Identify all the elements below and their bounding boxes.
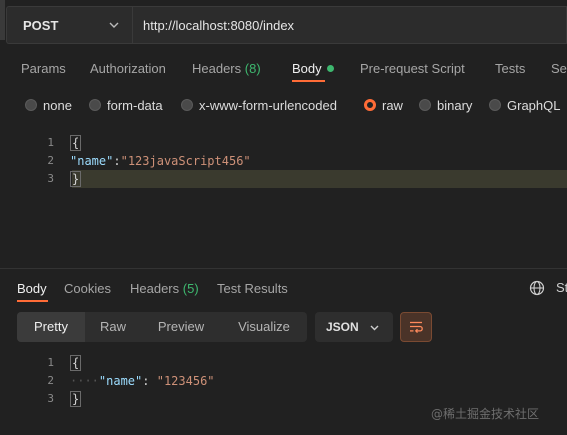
method-label: POST <box>23 17 59 33</box>
body-modified-dot <box>326 65 334 72</box>
radio-circle <box>489 99 501 111</box>
active-tab-indicator <box>292 80 325 82</box>
globe-icon[interactable] <box>529 280 545 296</box>
code-line: } <box>70 170 82 188</box>
resp-tab-headers-label: Headers <box>130 281 180 296</box>
view-visualize[interactable]: Visualize <box>221 312 307 342</box>
tab-tests[interactable]: Tests <box>495 56 525 82</box>
format-label: JSON <box>326 320 359 334</box>
radio-label: none <box>43 97 72 113</box>
url-input[interactable]: http://localhost:8080/index <box>132 6 567 44</box>
resp-tab-body[interactable]: Body <box>17 276 47 302</box>
headers-count: (8) <box>244 61 261 76</box>
line-number: 1 <box>47 356 54 369</box>
code-line: ····"name": "123456" <box>70 372 215 390</box>
radio-circle <box>181 99 193 111</box>
json-value: "123456" <box>156 374 215 388</box>
radio-label: x-www-form-urlencoded <box>199 97 337 113</box>
current-line-highlight <box>72 170 567 188</box>
view-preview[interactable]: Preview <box>141 312 221 342</box>
tab-pre-request-script[interactable]: Pre-request Script <box>360 56 465 82</box>
radio-circle <box>419 99 431 111</box>
view-pretty[interactable]: Pretty <box>17 312 85 342</box>
radio-label: form-data <box>107 97 163 113</box>
tab-headers[interactable]: Headers (8) <box>192 56 261 82</box>
json-value: "123javaScript456" <box>120 154 251 168</box>
radio-label: binary <box>437 97 473 113</box>
radio-form-data[interactable]: form-data <box>89 94 163 116</box>
format-select[interactable]: JSON <box>315 312 393 342</box>
radio-label: GraphQL <box>507 97 561 113</box>
radio-graphql[interactable]: GraphQL <box>489 94 560 116</box>
open-brace: { <box>70 355 82 371</box>
json-colon: : <box>142 374 157 388</box>
url-text: http://localhost:8080/index <box>143 17 295 33</box>
tab-authorization[interactable]: Authorization <box>90 56 166 82</box>
request-body-editor[interactable]: 1 2 3 { "name":"123javaScript456" } <box>18 134 567 194</box>
response-body-viewer[interactable]: 1 2 3 { ····"name": "123456" } <box>18 354 418 414</box>
radio-none[interactable]: none <box>25 94 72 116</box>
resp-headers-count: (5) <box>182 281 199 296</box>
resp-tab-test-results[interactable]: Test Results <box>217 276 288 302</box>
resp-active-tab-indicator <box>17 300 48 302</box>
request-tabs: Params Authorization Headers (8) Body Pr… <box>0 56 567 82</box>
chevron-down-icon <box>370 325 379 331</box>
chevron-down-icon <box>109 22 119 28</box>
indent-guide: ···· <box>70 374 99 388</box>
body-type-radios: none form-data x-www-form-urlencoded raw… <box>0 94 567 116</box>
code-line: { <box>70 134 82 152</box>
json-colon: : <box>113 154 121 168</box>
tab-params[interactable]: Params <box>21 56 66 82</box>
status-label: St <box>556 280 567 295</box>
line-number: 3 <box>47 392 54 405</box>
tab-body-label: Body <box>292 61 322 76</box>
json-key: "name" <box>70 154 114 168</box>
request-bar: POST http://localhost:8080/index <box>6 6 567 44</box>
close-brace: } <box>70 171 82 187</box>
wrap-lines-icon <box>410 321 423 334</box>
view-raw[interactable]: Raw <box>85 312 141 342</box>
radio-label: raw <box>382 97 403 113</box>
code-line: } <box>70 390 82 408</box>
line-number: 2 <box>47 374 54 387</box>
radio-raw[interactable]: raw <box>364 94 403 116</box>
method-select[interactable]: POST <box>6 6 132 44</box>
line-number: 1 <box>47 136 54 149</box>
code-line: { <box>70 354 82 372</box>
radio-circle <box>25 99 37 111</box>
wrap-lines-button[interactable] <box>400 312 432 342</box>
resp-tab-cookies[interactable]: Cookies <box>64 276 111 302</box>
radio-circle-selected <box>364 99 376 111</box>
json-key: "name" <box>98 374 143 388</box>
open-brace: { <box>70 135 82 151</box>
line-number: 3 <box>47 172 54 185</box>
tab-body[interactable]: Body <box>292 56 334 82</box>
left-scrollbar[interactable] <box>0 0 5 40</box>
radio-circle <box>89 99 101 111</box>
radio-binary[interactable]: binary <box>419 94 472 116</box>
code-line: "name":"123javaScript456" <box>70 152 251 170</box>
tab-headers-label: Headers <box>192 61 242 76</box>
radio-urlencoded[interactable]: x-www-form-urlencoded <box>181 94 337 116</box>
close-brace: } <box>70 391 82 407</box>
response-view-segmented: Pretty Raw Preview Visualize <box>17 312 307 342</box>
pane-divider[interactable] <box>0 268 567 269</box>
response-tabs: Body Cookies Headers (5) Test Results <box>0 276 567 302</box>
resp-tab-headers[interactable]: Headers (5) <box>130 276 199 302</box>
watermark-text: @稀土掘金技术社区 <box>431 407 540 421</box>
line-number: 2 <box>47 154 54 167</box>
tab-settings[interactable]: Se <box>551 56 567 82</box>
